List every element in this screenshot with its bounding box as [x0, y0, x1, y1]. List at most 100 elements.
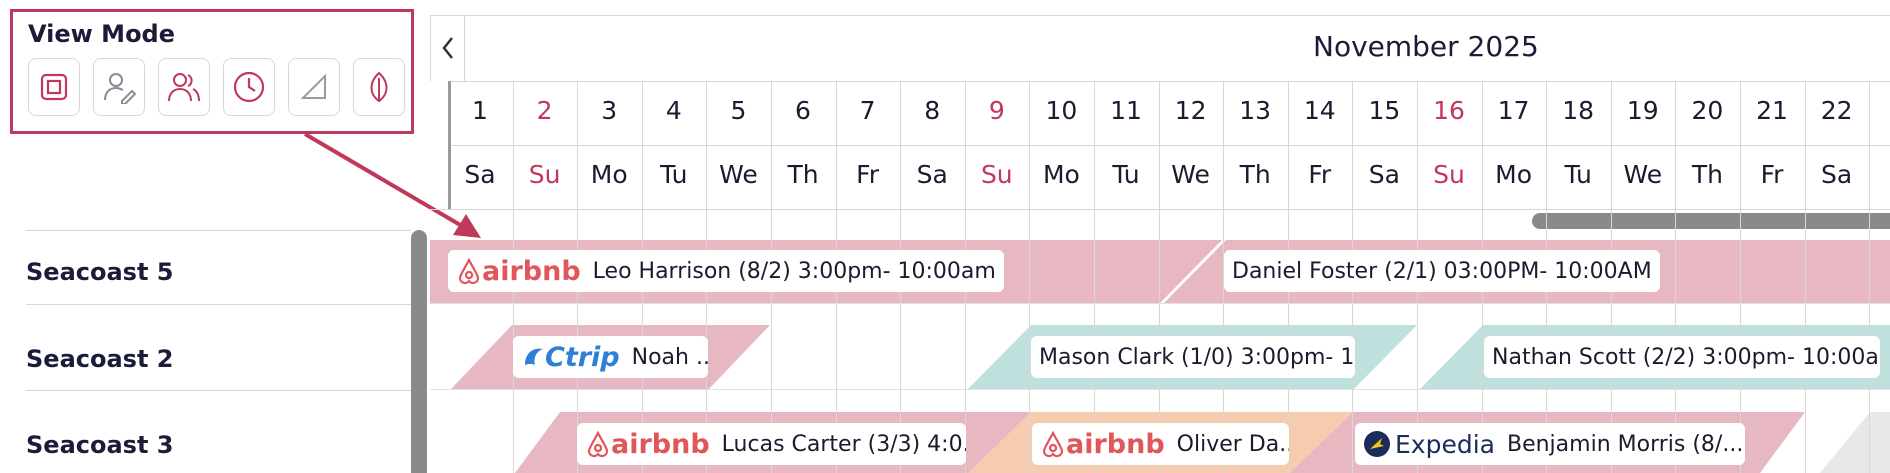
view-mode-square-button[interactable]	[28, 58, 80, 116]
day-number: 2	[536, 96, 553, 125]
day-number: 12	[1174, 96, 1207, 125]
day-name: Mo	[1042, 160, 1080, 189]
day-name: Sa	[1820, 160, 1853, 189]
row-divider	[26, 390, 411, 391]
day-name: Mo	[590, 160, 628, 189]
day-number: 3	[601, 96, 618, 125]
day-name: Th	[787, 160, 819, 189]
ctrip-logo: Ctrip	[521, 342, 620, 373]
day-name: Tu	[660, 160, 688, 189]
ctrip-dolphin-icon	[525, 348, 543, 365]
grid-row-line	[430, 389, 1890, 390]
view-mode-clock-button[interactable]	[223, 58, 275, 116]
day-number: 4	[665, 96, 682, 125]
day-column-line	[1869, 81, 1870, 473]
airbnb-icon	[587, 430, 609, 458]
booking-label[interactable]: airbnb Leo Harrison (8/2) 3:00pm- 10:00a…	[448, 250, 1004, 292]
booking-divider	[1160, 240, 1226, 303]
booking-label[interactable]: Mason Clark (1/0) 3:00pm- 1...	[1031, 336, 1355, 378]
user-edit-icon	[104, 73, 136, 104]
day-number: 15	[1368, 96, 1401, 125]
booking-guest-text: Lucas Carter (3/3) 4:0...	[721, 431, 966, 457]
day-number: 1	[472, 96, 488, 125]
day-number: 20	[1691, 96, 1724, 125]
square-icon	[40, 73, 68, 101]
day-number: 17	[1497, 96, 1530, 125]
day-name: Su	[980, 160, 1013, 189]
day-number: 16	[1433, 96, 1465, 125]
users-icon	[168, 73, 200, 102]
day-name: Sa	[916, 160, 948, 189]
day-number: 10	[1045, 96, 1078, 125]
day-column-line	[1805, 81, 1806, 473]
airbnb-icon	[1042, 430, 1064, 458]
vertical-scrollbar[interactable]	[411, 230, 427, 473]
day-name: Th	[1239, 160, 1271, 189]
view-mode-triangle-button[interactable]	[288, 58, 340, 116]
day-number: 18	[1562, 96, 1595, 125]
horizontal-scrollbar[interactable]	[1532, 213, 1890, 229]
booking-bar	[1820, 412, 1890, 473]
day-column-line	[1094, 81, 1095, 473]
row-divider	[26, 304, 411, 305]
day-number: 5	[730, 96, 747, 125]
day-name: Su	[1433, 160, 1465, 189]
leaf-icon	[370, 71, 388, 103]
booking-label[interactable]: Ctrip Noah ...	[513, 336, 708, 378]
booking-label[interactable]: Nathan Scott (2/2) 3:00pm- 10:00am	[1484, 336, 1880, 378]
day-name: Tu	[1112, 160, 1140, 189]
triangle-icon	[300, 73, 326, 99]
day-number: 8	[924, 96, 941, 125]
view-mode-panel: View Mode	[10, 9, 414, 134]
booking-guest-text: Mason Clark (1/0) 3:00pm- 1...	[1039, 344, 1355, 370]
booking-label[interactable]: airbnb Oliver Da...	[1032, 423, 1289, 465]
header-divider	[448, 145, 1890, 146]
day-number: 19	[1626, 96, 1659, 125]
room-label-seacoast-2[interactable]: Seacoast 2	[26, 345, 173, 373]
day-name: Fr	[1308, 160, 1332, 189]
booking-label[interactable]: airbnb Lucas Carter (3/3) 4:0...	[577, 423, 966, 465]
view-mode-title: View Mode	[28, 20, 176, 48]
day-number: 9	[988, 96, 1005, 125]
day-number: 6	[795, 96, 811, 125]
day-name: Sa	[464, 160, 496, 189]
airbnb-logo: airbnb	[456, 256, 581, 287]
booking-label[interactable]: Expedia Benjamin Morris (8/...	[1355, 423, 1745, 465]
day-name: We	[719, 160, 758, 189]
view-mode-users-button[interactable]	[158, 58, 210, 116]
booking-guest-text: Benjamin Morris (8/...	[1506, 431, 1744, 457]
day-column-line	[1029, 81, 1030, 473]
day-number: 21	[1756, 96, 1788, 125]
airbnb-logo: airbnb	[585, 429, 710, 460]
view-mode-user-edit-button[interactable]	[93, 58, 145, 116]
day-name: We	[1171, 160, 1210, 189]
airbnb-icon	[458, 257, 480, 285]
day-name: Fr	[1760, 160, 1784, 189]
day-name: Fr	[856, 160, 880, 189]
day-number: 22	[1820, 96, 1853, 125]
day-number: 7	[859, 96, 876, 125]
day-name: Sa	[1368, 160, 1400, 189]
day-number: 13	[1239, 96, 1272, 125]
day-name: We	[1623, 160, 1663, 189]
room-label-seacoast-5[interactable]: Seacoast 5	[26, 258, 173, 286]
view-mode-leaf-button[interactable]	[353, 58, 405, 116]
booking-guest-text: Leo Harrison (8/2) 3:00pm- 10:00am	[592, 258, 996, 284]
row-divider	[26, 230, 411, 231]
prev-month-button[interactable]	[430, 15, 465, 81]
day-column-line	[1675, 81, 1676, 473]
booking-guest-text: Daniel Foster (2/1) 03:00PM- 10:00AM	[1232, 258, 1652, 284]
expedia-icon	[1364, 431, 1390, 457]
booking-guest-text: Noah ...	[631, 344, 708, 370]
day-name: Th	[1691, 160, 1723, 189]
expedia-logo: Expedia	[1363, 430, 1495, 459]
booking-guest-text: Oliver Da...	[1176, 431, 1289, 457]
room-label-seacoast-3[interactable]: Seacoast 3	[26, 431, 173, 459]
booking-label[interactable]: Daniel Foster (2/1) 03:00PM- 10:00AM	[1224, 250, 1660, 292]
month-title: November 2025	[1313, 30, 1539, 63]
day-column-line	[1740, 81, 1741, 473]
day-column-line	[1159, 81, 1160, 473]
header-divider	[448, 81, 1890, 82]
day-name: Su	[528, 160, 561, 189]
booking-guest-text: Nathan Scott (2/2) 3:00pm- 10:00am	[1492, 344, 1880, 370]
